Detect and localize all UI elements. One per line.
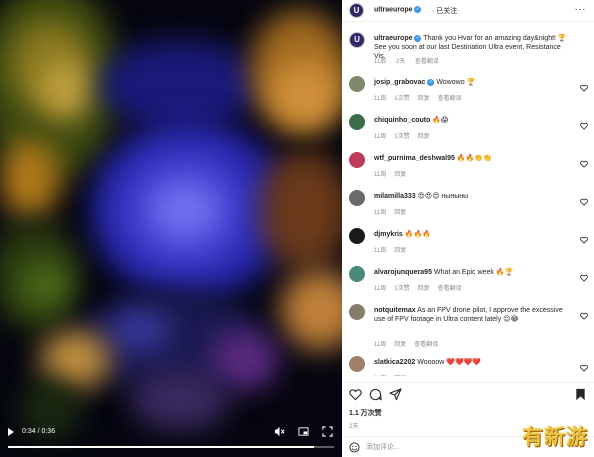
comment-text: 😍😍😍 ныныны (417, 193, 469, 200)
caption-avatar[interactable] (349, 32, 365, 48)
comment-meta-item[interactable]: 回复 (418, 134, 430, 140)
comment-meta-item: 11周 (374, 286, 387, 292)
caption-username[interactable]: ultraeurope (374, 35, 413, 42)
follow-status[interactable]: · 已关注 (432, 6, 457, 16)
comment-meta-item: 11周 (374, 96, 387, 102)
mute-icon[interactable] (274, 426, 285, 437)
video-controls: 0:34 / 0:36 (0, 419, 342, 449)
commenter-avatar[interactable] (349, 356, 365, 372)
comment-meta-item: 11周 (374, 342, 387, 348)
commenter-username[interactable]: wtf_purnima_deshwal95 (374, 155, 455, 162)
comment-text: Woooow ❤️❤️❤️❤️ (417, 359, 482, 366)
play-icon[interactable] (8, 428, 14, 436)
comment-meta-item[interactable]: 查看翻译 (414, 342, 438, 348)
comment-text: 🔥🔥🔥 (404, 231, 431, 238)
heart-icon[interactable] (349, 388, 362, 401)
commenter-avatar[interactable] (349, 190, 365, 206)
video-progress-fill (8, 446, 315, 448)
comment-meta-item[interactable]: 回复 (418, 96, 430, 102)
caption-age: 11周 (374, 59, 387, 65)
comment-text: 🔥😱 (432, 117, 449, 124)
comment-meta: 11周 1次赞 回复 查看翻译 (374, 283, 470, 292)
caption-edit-age: 2天 (395, 59, 406, 65)
comment-heart-icon[interactable] (580, 236, 588, 244)
video-player[interactable]: 0:34 / 0:36 (0, 0, 342, 457)
commenter-avatar[interactable] (349, 304, 365, 320)
comment-text: What an Epic week 🔥🏆 (433, 269, 514, 276)
comment-meta-item[interactable]: 查看翻译 (438, 286, 462, 292)
site-watermark: 有新游 (522, 425, 588, 449)
video-frame (0, 0, 342, 457)
post-panel: ultraeurope ✓ · 已关注 ··· ultraeurope ✓ Th… (342, 0, 594, 457)
video-time: 0:34 / 0:36 (22, 428, 56, 435)
comment-meta-item: 1次赞 (394, 134, 410, 140)
comment-meta: 11周 1次赞 回复 查看翻译 (374, 93, 470, 102)
fullscreen-icon[interactable] (322, 426, 333, 437)
comment-meta-item: 1次赞 (394, 286, 410, 292)
commenter-username[interactable]: chiquinho_couto (374, 117, 430, 124)
verified-icon: ✓ (427, 78, 435, 86)
commenter-username[interactable]: milamilla333 (374, 193, 416, 200)
emoji-icon[interactable] (349, 442, 360, 453)
comment-heart-icon[interactable] (580, 160, 588, 168)
more-icon[interactable]: ··· (575, 4, 587, 15)
commenter-username[interactable]: josip_grabovac (374, 79, 425, 86)
author-avatar[interactable] (349, 3, 364, 18)
comment-meta: 11周 回复 (374, 169, 414, 178)
comment-meta-item[interactable]: 回复 (394, 172, 406, 178)
comment-meta: 11周 回复 (374, 207, 414, 216)
post-header: ultraeurope ✓ · 已关注 ··· (342, 0, 594, 22)
author-username[interactable]: ultraeurope ✓ (374, 6, 422, 13)
video-progress-bar[interactable] (8, 446, 334, 448)
comment-icon[interactable] (369, 388, 382, 401)
comment-text: 🔥🔥👏👏 (456, 155, 492, 162)
comment-meta: 11周 回复 查看翻译 (374, 339, 446, 348)
commenter-avatar[interactable] (349, 266, 365, 282)
pip-icon[interactable] (298, 426, 309, 437)
comment-meta-item: 11周 (374, 248, 387, 254)
comment-text: Wowowo 🏆 (436, 79, 476, 86)
comment-heart-icon[interactable] (580, 122, 588, 130)
comment-meta-item[interactable]: 回复 (394, 248, 406, 254)
commenter-avatar[interactable] (349, 228, 365, 244)
post-date: 2天 (349, 424, 359, 430)
comment-meta-item[interactable]: 回复 (394, 210, 406, 216)
comment-heart-icon[interactable] (580, 364, 588, 372)
comment-heart-icon[interactable] (580, 198, 588, 206)
verified-icon: ✓ (414, 34, 422, 42)
commenter-username[interactable]: djmykris (374, 231, 403, 238)
comment-meta: 11周 1次赞 回复 (374, 131, 438, 140)
comment-heart-icon[interactable] (580, 84, 588, 92)
commenter-avatar[interactable] (349, 152, 365, 168)
commenter-username[interactable]: alvarojunquera95 (374, 269, 432, 276)
comment-meta-item: 11周 (374, 172, 387, 178)
comment-meta-item[interactable]: 回复 (394, 342, 406, 348)
comment-meta-item: 1次赞 (394, 96, 410, 102)
comment-meta-item: 11周 (374, 134, 387, 140)
share-icon[interactable] (389, 388, 402, 401)
bookmark-icon[interactable] (574, 388, 587, 401)
comment-meta-item[interactable]: 回复 (418, 286, 430, 292)
comments-list: ultraeurope ✓ Thank you Hvar for an amaz… (342, 28, 594, 376)
like-count[interactable]: 1.1 万次赞 (349, 408, 382, 418)
caption-translate[interactable]: 查看翻译 (415, 59, 439, 65)
caption-meta: 11周 2天 查看翻译 (374, 56, 447, 65)
action-bar (342, 382, 594, 404)
comment-heart-icon[interactable] (580, 312, 588, 320)
comment-meta: 11周 回复 (374, 245, 414, 254)
commenter-username[interactable]: slatkica2202 (374, 359, 415, 366)
comment-meta-item: 11周 (374, 210, 387, 216)
commenter-avatar[interactable] (349, 114, 365, 130)
commenter-username[interactable]: notquitemax (374, 307, 416, 314)
comment-heart-icon[interactable] (580, 274, 588, 282)
comment-meta-item[interactable]: 查看翻译 (438, 96, 462, 102)
verified-icon: ✓ (414, 6, 422, 13)
commenter-avatar[interactable] (349, 76, 365, 92)
comment-meta: 11周回复 (374, 373, 414, 376)
